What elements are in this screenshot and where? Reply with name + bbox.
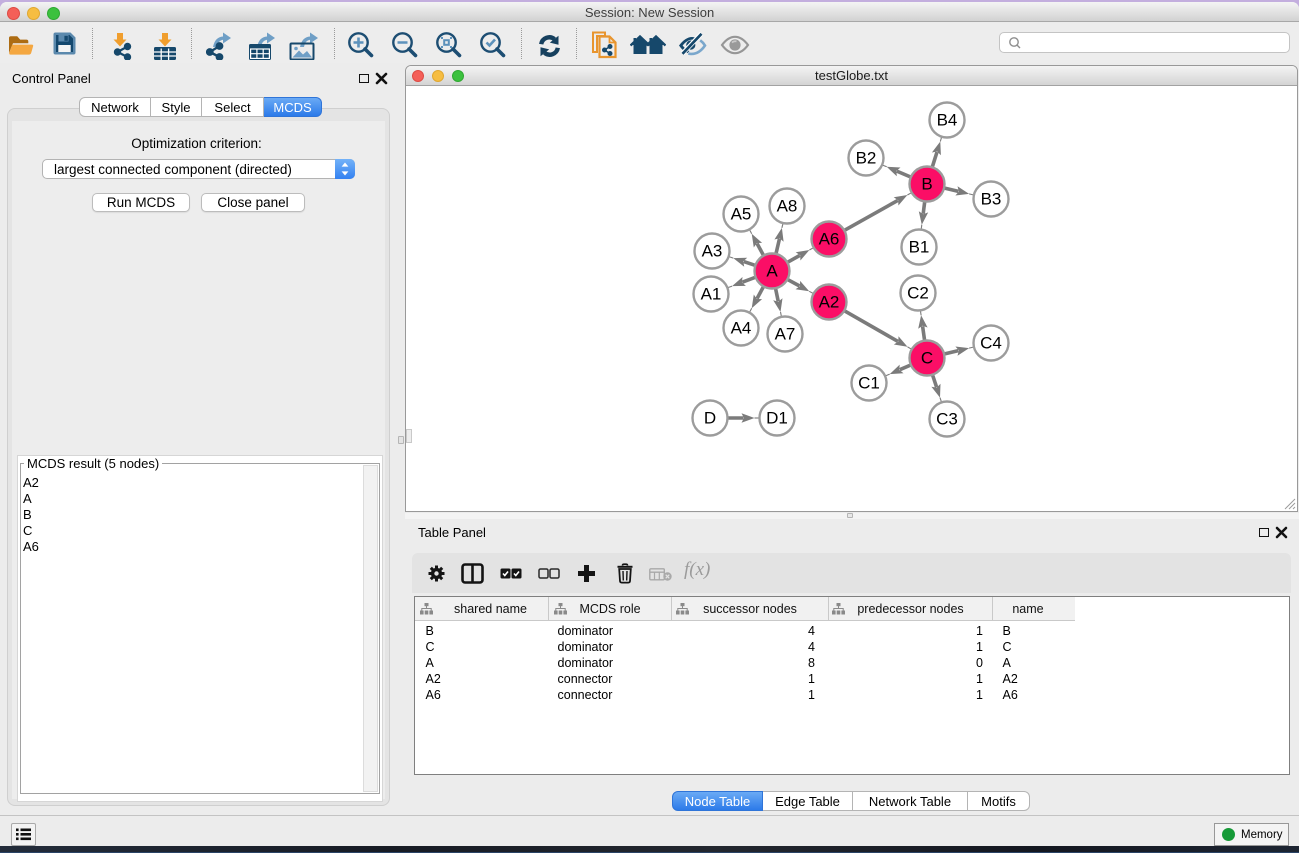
svg-text:B3: B3 xyxy=(981,190,1002,209)
svg-text:A1: A1 xyxy=(701,285,722,304)
svg-text:A2: A2 xyxy=(819,293,840,312)
svg-text:A6: A6 xyxy=(819,230,840,249)
svg-text:A7: A7 xyxy=(775,325,796,344)
svg-text:D1: D1 xyxy=(766,409,788,428)
svg-text:B4: B4 xyxy=(937,111,958,130)
svg-text:B: B xyxy=(921,175,932,194)
svg-text:A: A xyxy=(766,262,778,281)
svg-text:A4: A4 xyxy=(731,319,752,338)
svg-text:A3: A3 xyxy=(702,242,723,261)
svg-text:C3: C3 xyxy=(936,410,958,429)
svg-text:A8: A8 xyxy=(777,197,798,216)
svg-text:C2: C2 xyxy=(907,284,929,303)
svg-text:D: D xyxy=(704,409,716,428)
svg-text:B1: B1 xyxy=(909,238,930,257)
svg-text:C1: C1 xyxy=(858,374,880,393)
svg-text:A5: A5 xyxy=(731,205,752,224)
svg-text:C4: C4 xyxy=(980,334,1002,353)
svg-text:C: C xyxy=(921,349,933,368)
svg-text:B2: B2 xyxy=(856,149,877,168)
